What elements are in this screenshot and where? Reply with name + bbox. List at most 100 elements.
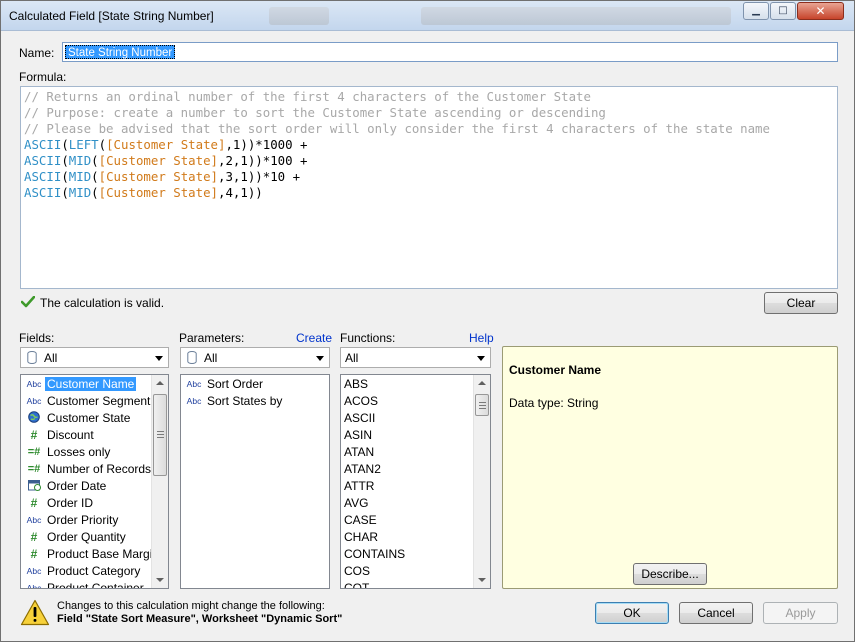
close-button[interactable]: ✕ bbox=[797, 2, 844, 20]
help-link[interactable]: Help bbox=[469, 331, 494, 345]
list-item[interactable]: Abc Customer Name bbox=[21, 376, 168, 393]
functions-scrollbar[interactable] bbox=[473, 375, 490, 588]
formula-line: // Please be advised that the sort order… bbox=[24, 121, 837, 137]
globe-icon bbox=[23, 410, 45, 427]
list-item[interactable]: Order Date bbox=[21, 478, 168, 495]
list-item[interactable]: ABS bbox=[341, 376, 490, 393]
chevron-down-icon bbox=[316, 356, 324, 361]
number-type-icon: # bbox=[30, 530, 38, 544]
grip-line bbox=[157, 434, 164, 435]
list-item-label: ABS bbox=[344, 377, 369, 391]
list-item[interactable]: COT bbox=[341, 580, 490, 588]
formula-line: // Purpose: create a number to sort the … bbox=[24, 105, 837, 121]
list-item[interactable]: # Product Base Margin bbox=[21, 546, 168, 563]
describe-button[interactable]: Describe... bbox=[633, 563, 707, 585]
fields-scrollbar[interactable] bbox=[151, 375, 168, 588]
list-item[interactable]: Abc Sort Order bbox=[181, 376, 329, 393]
apply-button[interactable]: Apply bbox=[763, 602, 838, 624]
formula-editor[interactable]: // Returns an ordinal number of the firs… bbox=[20, 86, 838, 289]
list-item[interactable]: # Order ID bbox=[21, 495, 168, 512]
list-item[interactable]: Abc Product Category bbox=[21, 563, 168, 580]
scroll-up-button[interactable] bbox=[152, 375, 168, 392]
create-parameter-link[interactable]: Create bbox=[296, 331, 332, 345]
list-item-label: Customer Segment bbox=[47, 394, 151, 408]
scroll-down-button[interactable] bbox=[474, 571, 490, 588]
list-item[interactable]: Abc Order Priority bbox=[21, 512, 168, 529]
list-item-label: Order Date bbox=[47, 479, 107, 493]
minimize-button[interactable]: ▁ bbox=[743, 2, 769, 20]
list-item[interactable]: Abc Product Container bbox=[21, 580, 168, 588]
fields-filter-select[interactable]: All bbox=[20, 347, 169, 368]
string-type-icon: Abc bbox=[186, 396, 202, 406]
formula-token-op: ( bbox=[61, 137, 69, 152]
list-item-label: Sort States by bbox=[207, 394, 283, 408]
warning-line-1: Changes to this calculation might change… bbox=[57, 600, 325, 612]
name-input-value: State String Number bbox=[65, 45, 176, 59]
list-item-label: Product Category bbox=[47, 564, 141, 578]
list-item[interactable]: ACOS bbox=[341, 393, 490, 410]
scroll-down-icon bbox=[156, 578, 164, 582]
list-item[interactable]: # Discount bbox=[21, 427, 168, 444]
name-input[interactable]: State String Number bbox=[62, 42, 838, 62]
functions-filter-select[interactable]: All bbox=[340, 347, 491, 368]
list-item[interactable]: ASIN bbox=[341, 427, 490, 444]
grip-line bbox=[157, 431, 164, 432]
scroll-up-button[interactable] bbox=[474, 375, 490, 392]
formula-token-op: ,1))*1000 + bbox=[225, 137, 308, 152]
formula-token-op: ,4,1)) bbox=[218, 185, 263, 200]
list-item[interactable]: # Order Quantity bbox=[21, 529, 168, 546]
formula-token-field: [Customer State] bbox=[106, 137, 226, 152]
database-icon bbox=[27, 351, 37, 364]
list-item-label: CHAR bbox=[344, 530, 379, 544]
fields-label: Fields: bbox=[19, 331, 55, 345]
window-title: Calculated Field [State String Number] bbox=[9, 9, 214, 23]
scroll-up-icon bbox=[478, 381, 486, 385]
list-item[interactable]: ATTR bbox=[341, 478, 490, 495]
scroll-thumb[interactable] bbox=[475, 394, 489, 416]
ok-button[interactable]: OK bbox=[595, 602, 669, 624]
formula-token-func: MID bbox=[68, 153, 92, 168]
list-item[interactable]: Abc Customer Segment bbox=[21, 393, 168, 410]
clear-button[interactable]: Clear bbox=[764, 292, 838, 314]
list-item[interactable]: Customer State bbox=[21, 410, 168, 427]
close-icon: ✕ bbox=[815, 4, 826, 18]
grip-line bbox=[479, 405, 486, 406]
string-type-icon: Abc bbox=[26, 396, 42, 406]
list-item[interactable]: =# Number of Records bbox=[21, 461, 168, 478]
list-item[interactable]: CASE bbox=[341, 512, 490, 529]
scroll-down-button[interactable] bbox=[152, 571, 168, 588]
list-item[interactable]: AVG bbox=[341, 495, 490, 512]
formula-token-func: LEFT bbox=[68, 137, 99, 152]
list-item[interactable]: CHAR bbox=[341, 529, 490, 546]
title-bar[interactable]: Calculated Field [State String Number] ▁… bbox=[1, 1, 854, 31]
list-item[interactable]: =# Losses only bbox=[21, 444, 168, 461]
functions-list[interactable]: ABS ACOS ASCII ASIN ATAN ATAN2 ATTR AVG CASE CHAR… bbox=[340, 374, 491, 589]
formula-token-field: [Customer State] bbox=[98, 169, 218, 184]
calculated-number-icon: =# bbox=[27, 463, 41, 475]
scroll-down-icon bbox=[478, 578, 486, 582]
string-type-icon: Abc bbox=[186, 379, 202, 389]
formula-token-func: ASCII bbox=[24, 153, 62, 168]
list-item[interactable]: ATAN bbox=[341, 444, 490, 461]
list-item-label: ASCII bbox=[344, 411, 376, 425]
string-type-icon: Abc bbox=[26, 515, 42, 525]
list-item[interactable]: CONTAINS bbox=[341, 546, 490, 563]
title-bar-blur bbox=[421, 7, 731, 25]
parameters-label: Parameters: bbox=[179, 331, 245, 345]
chevron-down-icon bbox=[155, 356, 163, 361]
list-item[interactable]: ASCII bbox=[341, 410, 490, 427]
number-type-icon: # bbox=[30, 496, 38, 510]
maximize-button[interactable]: □ bbox=[770, 2, 796, 20]
list-item[interactable]: COS bbox=[341, 563, 490, 580]
formula-token-op: ( bbox=[98, 137, 107, 152]
parameters-filter-select[interactable]: All bbox=[180, 347, 330, 368]
cancel-button[interactable]: Cancel bbox=[679, 602, 753, 624]
fields-list[interactable]: Abc Customer Name Abc Customer Segment Custo… bbox=[20, 374, 169, 589]
list-item-label: Customer State bbox=[47, 411, 131, 425]
formula-token-op: ( bbox=[61, 153, 69, 168]
list-item[interactable]: Abc Sort States by bbox=[181, 393, 329, 410]
parameters-list[interactable]: Abc Sort Order Abc Sort States by bbox=[180, 374, 330, 589]
scroll-thumb[interactable] bbox=[153, 394, 167, 476]
list-item[interactable]: ATAN2 bbox=[341, 461, 490, 478]
database-icon bbox=[187, 351, 197, 364]
